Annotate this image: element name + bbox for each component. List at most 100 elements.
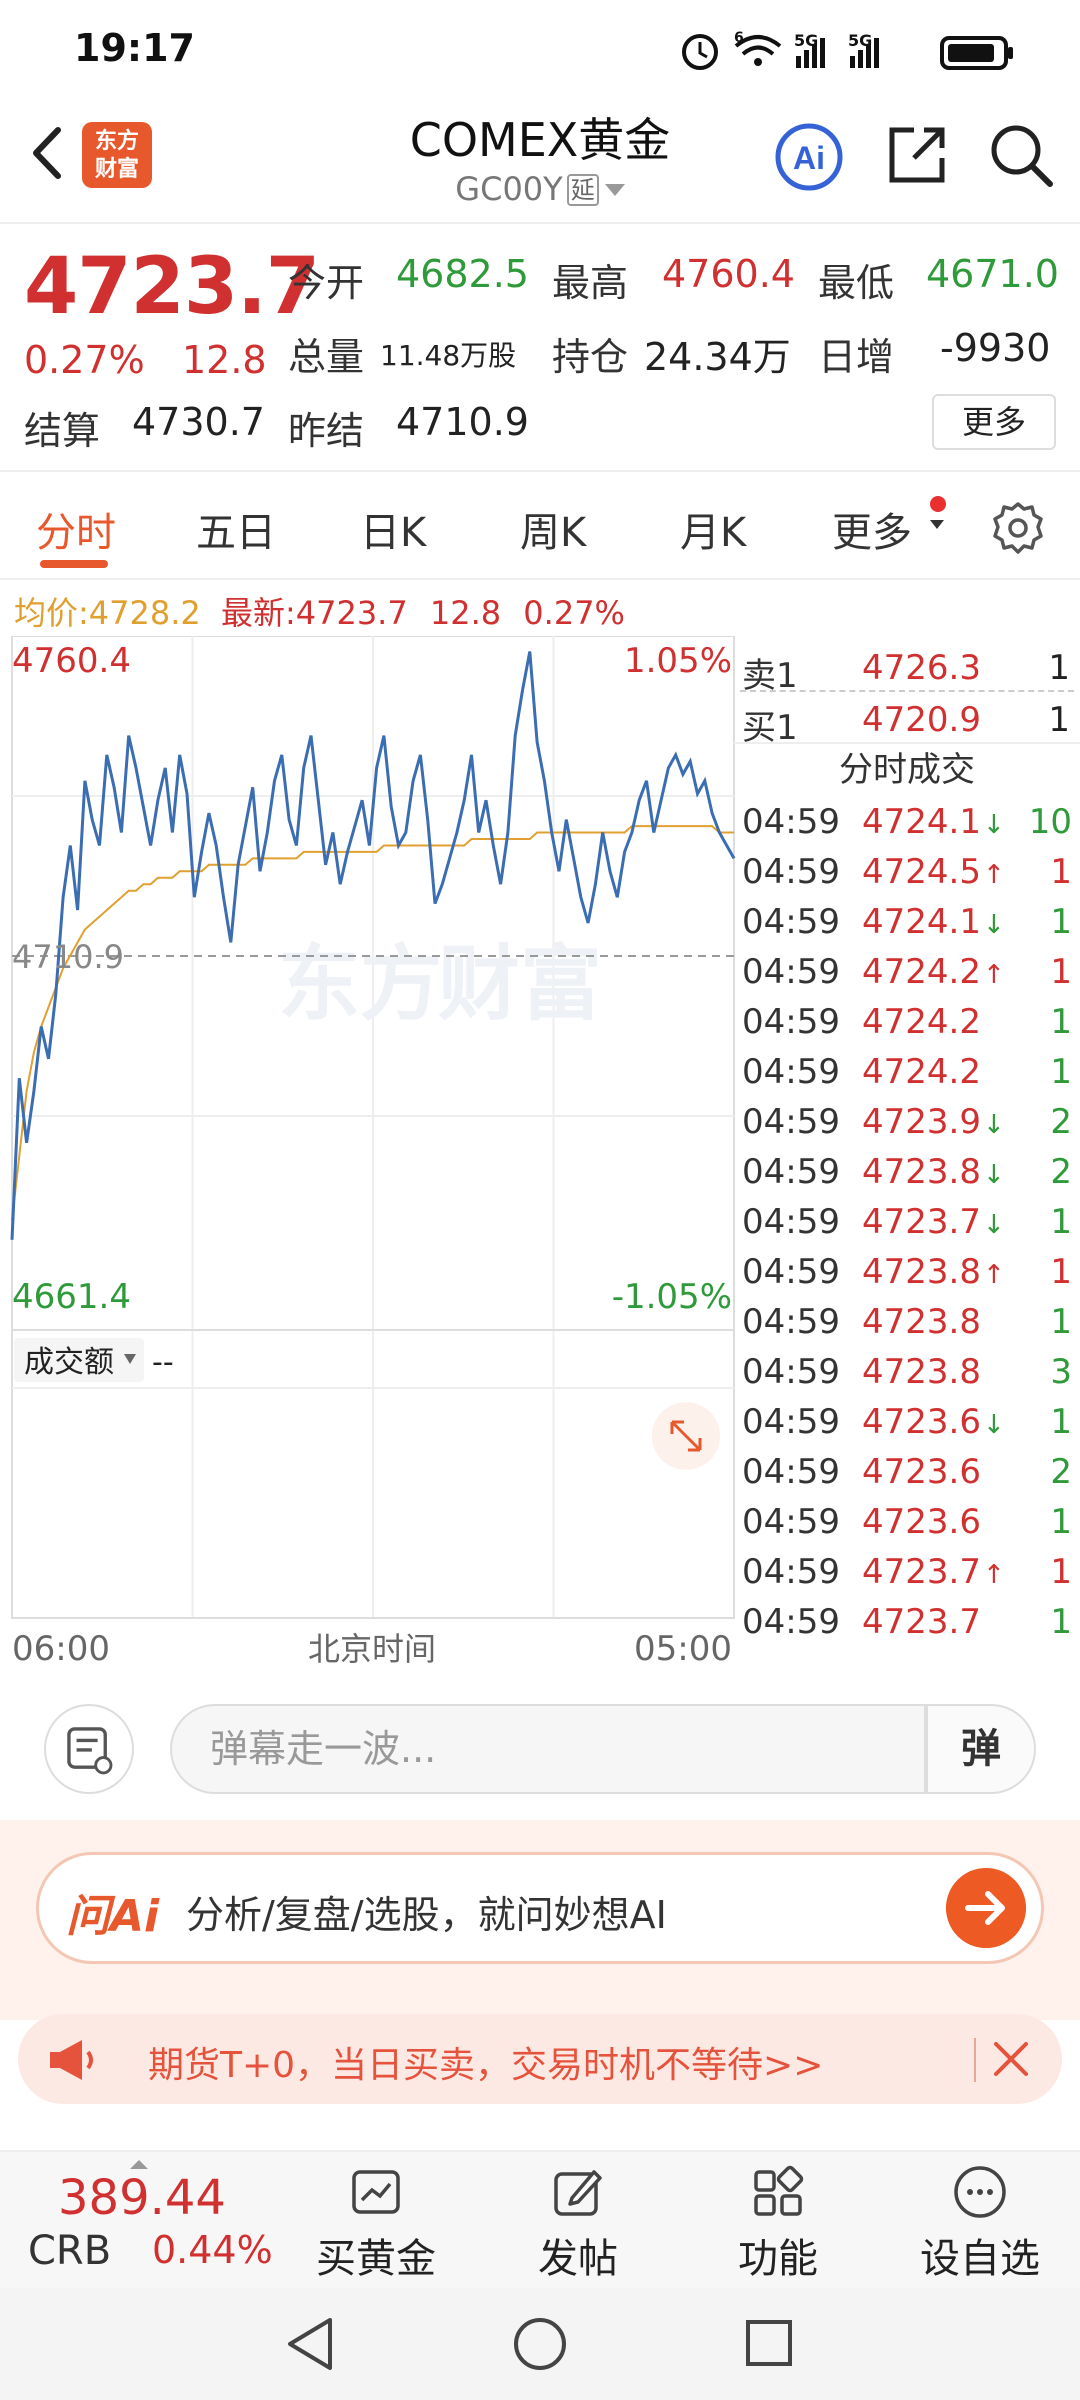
close-icon[interactable] — [986, 2034, 1036, 2084]
tick-time: 04:59 — [742, 1602, 840, 1642]
ai-brand: 问Ai — [66, 1891, 160, 1942]
tab-five-day[interactable]: 五日 — [196, 500, 276, 558]
tick-direction-icon: ↓ — [982, 1410, 1005, 1440]
daily-increase-value: -9930 — [940, 326, 1051, 370]
status-time: 19:17 — [74, 26, 195, 70]
tick-row: 04:59 4723.7 1 — [734, 1596, 1080, 1646]
ask-row: 卖1 4726.3 1 — [742, 648, 1070, 696]
tab-weekly-k[interactable]: 周K — [520, 500, 586, 558]
open-interest-label: 持仓 — [552, 335, 629, 379]
tick-time: 04:59 — [742, 1452, 840, 1492]
arrow-right-icon[interactable] — [946, 1868, 1026, 1948]
tick-qty: 1 — [1050, 852, 1072, 892]
danmu-input[interactable]: 弹幕走一波... — [170, 1704, 926, 1794]
divider — [0, 578, 1080, 580]
ref-label: 4710.9 — [12, 938, 124, 976]
system-nav — [0, 2288, 1080, 2400]
tab-daily-k[interactable]: 日K — [360, 500, 426, 558]
tick-qty: 2 — [1050, 1452, 1072, 1492]
tick-row: 04:59 4724.2↑ 1 — [734, 946, 1080, 996]
chart-grid — [11, 636, 735, 1619]
tick-price: 4724.1↓ — [862, 902, 1005, 942]
tick-time: 04:59 — [742, 1252, 840, 1292]
tick-qty: 1 — [1050, 902, 1072, 942]
divider — [0, 470, 1080, 472]
nav-buy-gold[interactable]: 买黄金 — [306, 2164, 446, 2284]
tick-row: 04:59 4723.8 1 — [734, 1296, 1080, 1346]
crb-name[interactable]: CRB — [28, 2228, 111, 2274]
tab-monthly-k[interactable]: 月K — [680, 500, 746, 558]
search-icon[interactable] — [986, 120, 1056, 190]
status-icons: 6 5G 5G — [682, 30, 1013, 70]
ai-assistant-icon[interactable]: Ai — [774, 122, 844, 192]
expand-icon[interactable] — [652, 1402, 720, 1470]
tick-time: 04:59 — [742, 1202, 840, 1242]
wifi-badge: 6 — [734, 30, 744, 46]
daily-increase-label: 日增 — [818, 335, 895, 379]
tick-row: 04:59 4723.8↑ 1 — [734, 1246, 1080, 1296]
crb-percent[interactable]: 0.44% — [152, 2228, 273, 2272]
x-start-label: 06:00 — [12, 1629, 110, 1669]
gear-icon[interactable] — [990, 500, 1046, 556]
watermark: 东方 — [278, 937, 442, 1032]
recents-icon[interactable] — [746, 2320, 792, 2366]
tab-more[interactable]: 更多 — [832, 500, 912, 558]
more-quote-button[interactable]: 更多 — [932, 394, 1056, 450]
intraday-chart[interactable]: 东方 财富 4760.4 1.05% 4710.9 4661.4 -1.05% … — [0, 636, 740, 1676]
nav-functions[interactable]: 功能 — [708, 2164, 848, 2284]
tick-time: 04:59 — [742, 1102, 840, 1142]
grid-icon — [754, 2165, 804, 2216]
chevron-up-icon — [130, 2160, 148, 2169]
ticks-list[interactable]: 04:59 4724.1↓ 10 04:59 4724.5↑ 1 04:59 4724.1↓ 1… — [734, 796, 1080, 1646]
svg-text:Ai: Ai — [793, 140, 825, 176]
tick-time: 04:59 — [742, 852, 840, 892]
tick-price: 4723.8↓ — [862, 1152, 1005, 1192]
share-icon[interactable] — [884, 122, 950, 188]
contract-selector[interactable]: GC00Y 延 — [400, 170, 680, 208]
nav-post[interactable]: 发帖 — [508, 2164, 648, 2284]
divider — [974, 2038, 976, 2082]
danmu-button[interactable]: 弹 — [926, 1704, 1036, 1794]
ai-prompt-text: 分析/复盘/选股，就问妙想AI — [186, 1893, 667, 1937]
ticks-title: 分时成交 — [839, 750, 975, 790]
tick-row: 04:59 4723.8 3 — [734, 1346, 1080, 1396]
tick-price: 4723.9↓ — [862, 1102, 1005, 1142]
notification-dot — [930, 496, 946, 512]
tick-qty: 2 — [1050, 1152, 1072, 1192]
tick-price: 4724.2 — [862, 1052, 981, 1092]
tick-time: 04:59 — [742, 1402, 840, 1442]
more-icon — [954, 2166, 1006, 2218]
crb-value[interactable]: 389.44 — [58, 2170, 226, 2226]
alarm-icon — [682, 34, 718, 70]
tick-direction-icon: ↑ — [982, 1260, 1005, 1290]
y-max-label: 4760.4 — [12, 641, 131, 681]
tick-qty: 1 — [1050, 1602, 1072, 1642]
low-value: 4671.0 — [926, 252, 1059, 296]
contract-code: GC00Y — [455, 170, 563, 208]
tick-row: 04:59 4724.1↓ 10 — [734, 796, 1080, 846]
tick-qty: 1 — [1050, 1502, 1072, 1542]
home-icon[interactable] — [514, 2318, 566, 2370]
back-nav-icon[interactable] — [288, 2318, 332, 2370]
tick-direction-icon: ↓ — [982, 1210, 1005, 1240]
tick-qty: 1 — [1050, 1202, 1072, 1242]
open-interest-value: 24.34万 — [644, 335, 791, 379]
prev-settle-value: 4710.9 — [396, 400, 529, 444]
back-icon[interactable] — [22, 118, 72, 188]
tick-time: 04:59 — [742, 902, 840, 942]
tick-time: 04:59 — [742, 1052, 840, 1092]
last-price: 4723.7 — [24, 242, 320, 332]
comment-settings-icon[interactable] — [44, 1704, 134, 1794]
nav-add-watchlist[interactable]: 设自选 — [910, 2164, 1050, 2284]
delay-tag: 延 — [566, 174, 599, 206]
tick-qty: 3 — [1050, 1352, 1072, 1392]
tick-price: 4724.5↑ — [862, 852, 1005, 892]
bid-row: 买1 4720.9 1 — [742, 700, 1070, 748]
tab-intraday[interactable]: 分时 — [36, 500, 116, 558]
tick-row: 04:59 4724.1↓ 1 — [734, 896, 1080, 946]
pct-bottom-label: -1.05% — [612, 1277, 732, 1317]
tick-time: 04:59 — [742, 952, 840, 992]
chart-icon — [352, 2170, 400, 2214]
chevron-down-icon — [604, 184, 625, 196]
tick-direction-icon: ↓ — [982, 1160, 1005, 1190]
